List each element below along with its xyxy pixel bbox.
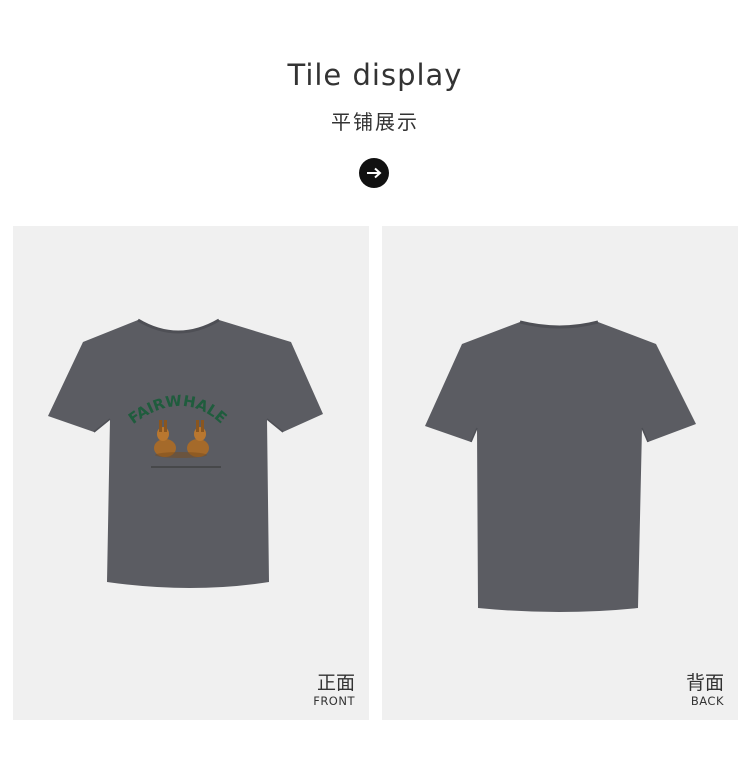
page-title-cn: 平铺展示 [331, 110, 419, 134]
page-title-en: Tile display [287, 58, 463, 92]
back-label-en: BACK [690, 694, 724, 708]
front-label-cn: 正面 [316, 672, 355, 694]
front-view-panel: FAIRWHALE 正面 FRONT [13, 226, 369, 720]
tshirt-front-image: FAIRWHALE [48, 318, 323, 588]
arrow-right-button[interactable] [359, 158, 389, 188]
arrow-right-icon [367, 167, 382, 179]
back-view-panel: 背面 BACK [382, 226, 738, 720]
front-label-en: FRONT [313, 694, 355, 708]
tshirt-back-image [425, 320, 696, 612]
back-label-cn: 背面 [685, 672, 724, 694]
